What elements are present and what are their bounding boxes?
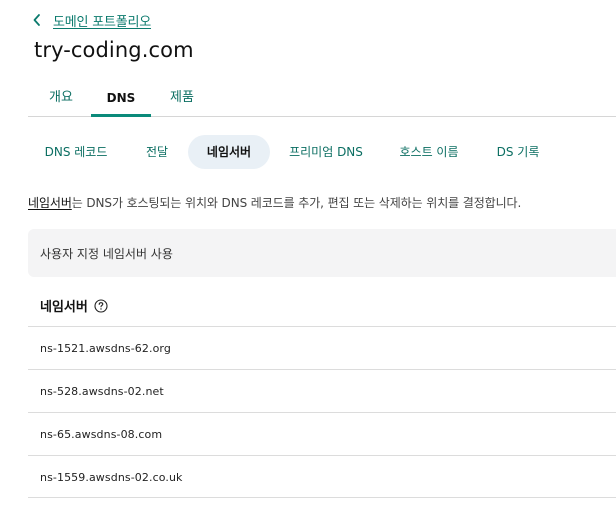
- nameserver-row: ns-65.awsdns-08.com: [28, 412, 616, 455]
- main-tabs: 개요 DNS 제품: [28, 83, 616, 117]
- nameserver-row: ns-1521.awsdns-62.org: [28, 326, 616, 369]
- page-title: try-coding.com: [34, 38, 194, 62]
- custom-nameserver-label: 사용자 지정 네임서버 사용: [40, 247, 173, 261]
- sub-tabs: DNS 레코드 전달 네임서버 프리미엄 DNS 호스트 이름 DS 기록: [28, 135, 616, 169]
- nameserver-value: ns-65.awsdns-08.com: [40, 428, 163, 441]
- subtab-ds-records[interactable]: DS 기록: [492, 135, 544, 169]
- tab-dns[interactable]: DNS: [91, 83, 151, 117]
- nameserver-value: ns-1521.awsdns-62.org: [40, 342, 171, 355]
- nameserver-value: ns-1559.awsdns-02.co.uk: [40, 471, 183, 484]
- nameserver-header: 네임서버: [40, 296, 108, 315]
- nameserver-header-label: 네임서버: [40, 300, 88, 315]
- nameserver-row: ns-1559.awsdns-02.co.uk: [28, 455, 616, 498]
- nameserver-value: ns-528.awsdns-02.net: [40, 385, 164, 398]
- nameserver-description: 네임서버는 DNS가 호스팅되는 위치와 DNS 레코드를 추가, 편집 또는 …: [28, 194, 521, 211]
- breadcrumb-link[interactable]: 도메인 포트폴리오: [53, 11, 151, 30]
- nameserver-help-link[interactable]: 네임서버: [28, 196, 72, 210]
- breadcrumb[interactable]: 도메인 포트폴리오: [32, 10, 151, 30]
- nameserver-row: ns-528.awsdns-02.net: [28, 369, 616, 412]
- subtab-hostnames[interactable]: 호스트 이름: [393, 135, 465, 169]
- subtab-premium-dns[interactable]: 프리미엄 DNS: [283, 135, 369, 169]
- tab-overview[interactable]: 개요: [36, 83, 86, 116]
- nameserver-list: ns-1521.awsdns-62.org ns-528.awsdns-02.n…: [28, 326, 616, 498]
- tab-products[interactable]: 제품: [158, 83, 206, 116]
- subtab-nameservers[interactable]: 네임서버: [188, 135, 270, 169]
- chevron-left-icon[interactable]: [32, 13, 42, 27]
- custom-nameserver-panel[interactable]: 사용자 지정 네임서버 사용: [28, 229, 616, 277]
- description-text: 는 DNS가 호스팅되는 위치와 DNS 레코드를 추가, 편집 또는 삭제하는…: [71, 196, 522, 210]
- subtab-dns-records[interactable]: DNS 레코드: [36, 135, 116, 169]
- question-circle-icon[interactable]: [94, 298, 108, 313]
- subtab-forwarding[interactable]: 전달: [138, 135, 176, 169]
